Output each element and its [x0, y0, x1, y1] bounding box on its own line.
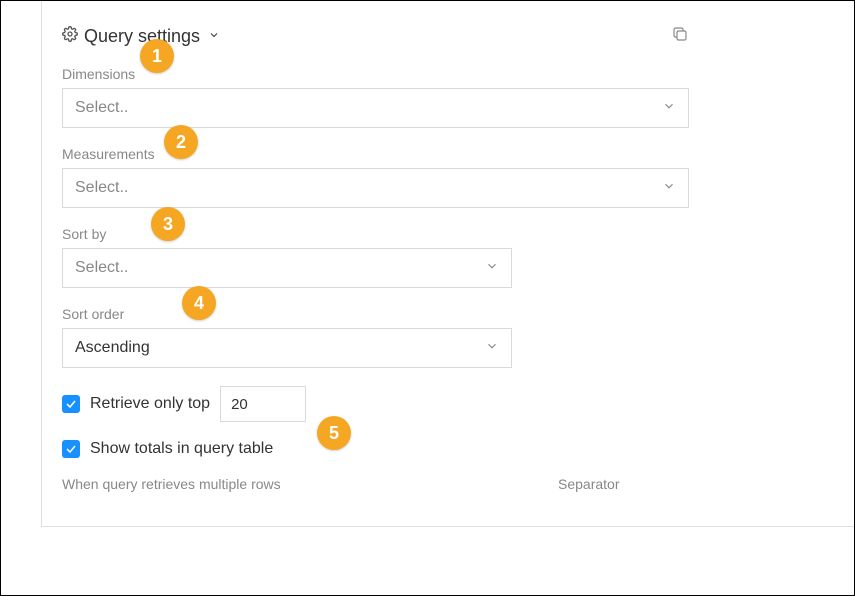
- measurements-select[interactable]: Select..: [62, 168, 689, 208]
- annotation-marker-1: 1: [140, 39, 174, 73]
- chevron-down-icon: [208, 28, 220, 46]
- show-totals-checkbox[interactable]: [62, 440, 80, 458]
- measurements-label: Measurements: [62, 146, 689, 162]
- copy-icon[interactable]: [671, 25, 689, 48]
- annotation-marker-3: 3: [151, 207, 185, 241]
- multirows-label: When query retrieves multiple rows: [62, 476, 534, 492]
- dimensions-select[interactable]: Select..: [62, 88, 689, 128]
- sortorder-value: Ascending: [75, 339, 150, 357]
- header-title: Query settings: [84, 26, 200, 47]
- show-totals-label: Show totals in query table: [90, 440, 273, 458]
- sortby-select[interactable]: Select..: [62, 248, 512, 288]
- chevron-down-icon: [485, 339, 499, 358]
- annotation-marker-2: 2: [164, 125, 198, 159]
- query-settings-panel: Query settings Dimensions Select..: [41, 1, 854, 527]
- sortby-placeholder: Select..: [75, 259, 128, 277]
- retrieve-top-checkbox[interactable]: [62, 395, 80, 413]
- chevron-down-icon: [662, 179, 676, 198]
- retrieve-top-label: Retrieve only top: [90, 395, 210, 413]
- annotation-marker-5: 5: [317, 416, 351, 450]
- measurements-placeholder: Select..: [75, 179, 128, 197]
- chevron-down-icon: [485, 259, 499, 278]
- chevron-down-icon: [662, 99, 676, 118]
- query-settings-header[interactable]: Query settings: [62, 26, 220, 47]
- separator-label: Separator: [558, 476, 666, 492]
- gear-icon: [62, 26, 78, 47]
- annotation-marker-4: 4: [182, 286, 216, 320]
- dimensions-placeholder: Select..: [75, 99, 128, 117]
- retrieve-top-input[interactable]: [220, 386, 306, 422]
- sortorder-select[interactable]: Ascending: [62, 328, 512, 368]
- sortorder-label: Sort order: [62, 306, 689, 322]
